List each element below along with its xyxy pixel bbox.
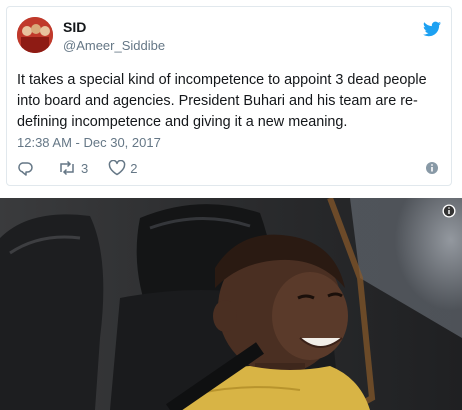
info-icon[interactable] — [425, 161, 439, 175]
tweet-text: It takes a special kind of incompetence … — [17, 72, 427, 130]
reply-button[interactable] — [17, 160, 37, 176]
video-scene — [0, 198, 462, 410]
video-thumbnail[interactable] — [0, 198, 462, 410]
tweet-card: SID @Ameer_Siddibe It takes a special ki… — [6, 6, 452, 186]
user-handle[interactable]: @Ameer_Siddibe — [63, 38, 165, 53]
twitter-bird-icon[interactable] — [423, 21, 441, 37]
tweet-timestamp[interactable]: 12:38 AM - Dec 30, 2017 — [17, 135, 161, 150]
retweet-button[interactable]: 3 — [57, 160, 88, 176]
like-button[interactable]: 2 — [108, 160, 137, 176]
reply-icon — [18, 162, 33, 176]
retweet-count: 3 — [81, 160, 89, 176]
avatar[interactable] — [17, 17, 53, 53]
heart-icon — [108, 160, 126, 176]
tweet-actions: 3 2 — [17, 159, 157, 177]
like-count: 2 — [130, 160, 138, 176]
display-name[interactable]: SID — [63, 19, 86, 35]
retweet-icon — [60, 160, 74, 176]
video-info-icon[interactable] — [442, 204, 456, 218]
